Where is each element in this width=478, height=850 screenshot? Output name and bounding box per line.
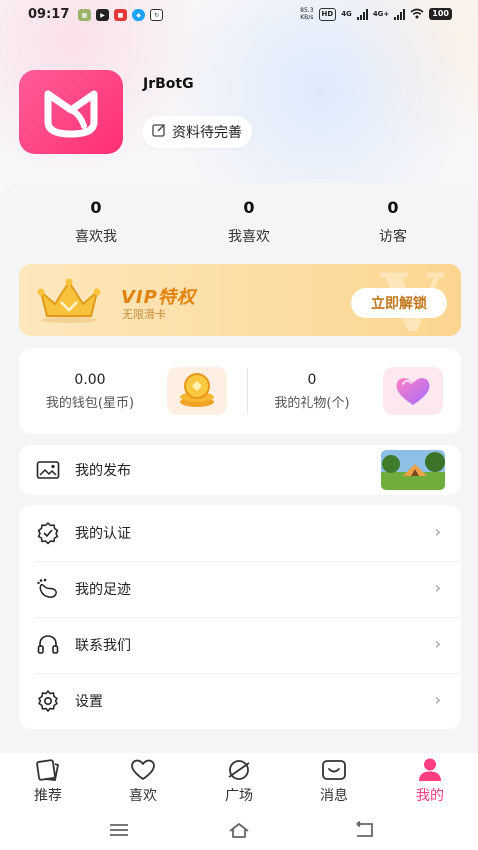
net-speed-unit: KB/s (300, 14, 314, 21)
status-bar: 09:17 ▦ ▶ ■ ◆ ↻ 85.3 KB/s HD 4G 4G+ 100 (0, 0, 478, 32)
gifts-value[interactable]: 0 (259, 372, 365, 388)
wallet-card: 0.00 我的钱包(星币) 0 我的礼物(个) (19, 348, 461, 434)
status-indicators: 85.3 KB/s HD 4G 4G+ 100 (300, 7, 452, 21)
hd-badge: HD (318, 7, 337, 21)
tab-messages[interactable]: 消息 (299, 757, 369, 805)
edit-profile-label: 资料待完善 (172, 125, 242, 141)
app-logo-avatar[interactable] (19, 70, 123, 154)
chevron-right-icon: › (434, 634, 441, 653)
tab-label: 消息 (320, 788, 348, 804)
stat-label: 访客 (379, 229, 407, 245)
chevron-right-icon: › (434, 690, 441, 709)
status-app-icons: ▦ ▶ ■ ◆ ↻ (78, 9, 163, 21)
menu-label: 联系我们 (75, 638, 131, 654)
tab-label: 喜欢 (129, 788, 157, 804)
edit-profile-button[interactable]: 资料待完善 (142, 116, 252, 148)
cards-icon (13, 757, 83, 783)
back-icon[interactable] (349, 818, 379, 842)
footprint-icon (35, 576, 61, 602)
vip-banner[interactable]: V VIP特权 无限滑卡 立即解锁 (19, 264, 461, 336)
stat-label: 喜欢我 (75, 229, 117, 245)
vip-unlock-button[interactable]: 立即解锁 (351, 288, 447, 318)
menu-label: 设置 (75, 694, 103, 710)
net-speed-value: 85.3 (300, 7, 314, 14)
my-posts-label: 我的发布 (75, 463, 131, 479)
stat-label: 我喜欢 (228, 229, 270, 245)
chevron-right-icon: › (434, 522, 441, 541)
stat-likes-me[interactable]: 0 喜欢我 (51, 198, 141, 246)
stat-i-like[interactable]: 0 我喜欢 (204, 198, 294, 246)
my-posts-row[interactable]: 我的发布 (19, 445, 461, 495)
tab-square[interactable]: 广场 (204, 757, 274, 805)
signal-icon (356, 8, 368, 20)
tab-likes[interactable]: 喜欢 (108, 757, 178, 805)
post-thumbnail[interactable] (381, 450, 445, 490)
headset-icon (35, 632, 61, 658)
menu-item-contact-us[interactable]: 联系我们 › (19, 617, 461, 673)
home-icon[interactable] (224, 818, 254, 842)
status-time: 09:17 (28, 7, 70, 22)
edit-icon (152, 123, 166, 141)
stat-visitors[interactable]: 0 访客 (348, 198, 438, 246)
chevron-right-icon: › (434, 578, 441, 597)
heart-icon (108, 757, 178, 783)
net1-label: 4G (341, 10, 352, 18)
signal-icon-2 (394, 8, 406, 20)
stat-value: 0 (387, 198, 399, 217)
tab-label: 推荐 (34, 788, 62, 804)
gear-icon (35, 688, 61, 714)
menu-item-footprints[interactable]: 我的足迹 › (19, 561, 461, 617)
qq-app-icon: ◆ (132, 9, 145, 21)
planet-icon (204, 757, 274, 783)
menu-label: 我的认证 (75, 526, 131, 542)
verified-badge-icon (35, 520, 61, 546)
bottom-tab-bar: 推荐 喜欢 广场 消息 我的 (0, 753, 478, 810)
wifi-icon (410, 8, 424, 21)
menu-item-settings[interactable]: 设置 › (19, 673, 461, 729)
battery-indicator: 100 (429, 8, 452, 20)
vip-subtitle: 无限滑卡 (122, 308, 166, 321)
coin-icon[interactable] (167, 367, 227, 415)
tab-mine[interactable]: 我的 (395, 757, 465, 805)
tab-recommend[interactable]: 推荐 (13, 757, 83, 805)
tab-label: 我的 (416, 788, 444, 804)
live-app-icon: ■ (114, 9, 127, 21)
stat-value: 0 (243, 198, 255, 217)
wallet-label[interactable]: 我的钱包(星币) (37, 392, 143, 411)
net2-label: 4G+ (372, 10, 390, 18)
tab-label: 广场 (225, 788, 253, 804)
crown-icon (33, 276, 105, 328)
gift-heart-icon[interactable] (383, 367, 443, 415)
settings-menu: 我的认证 › 我的足迹 › 联系我们 › 设置 › (19, 505, 461, 729)
system-navigation-bar (0, 810, 478, 850)
menu-item-verification[interactable]: 我的认证 › (19, 505, 461, 561)
stat-value: 0 (90, 198, 102, 217)
net-speed: 85.3 KB/s (300, 7, 313, 21)
logo-icon (44, 90, 98, 138)
sync-app-icon: ↻ (150, 9, 163, 21)
menu-icon[interactable] (104, 818, 134, 842)
person-icon (395, 757, 465, 783)
menu-label: 我的足迹 (75, 582, 131, 598)
user-name: JrBotG (143, 76, 194, 92)
wallet-value[interactable]: 0.00 (37, 372, 143, 388)
wallet-divider (247, 368, 248, 414)
message-icon (299, 757, 369, 783)
gallery-app-icon: ▦ (78, 9, 91, 21)
image-icon (35, 457, 61, 483)
gifts-label[interactable]: 我的礼物(个) (259, 392, 365, 411)
video-app-icon: ▶ (96, 9, 109, 21)
